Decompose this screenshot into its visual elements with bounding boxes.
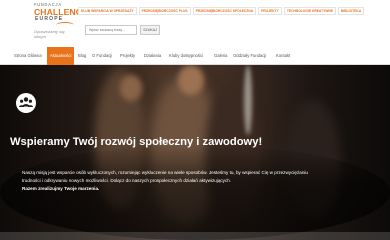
site-logo[interactable]: FUNDACJA CHALLENGE EUROPE Opuszczamy się… (34, 2, 88, 42)
hero-bottom-strip (0, 232, 390, 240)
top-link-biblioteka[interactable]: BIBLIOTEKA (337, 7, 365, 15)
hero-photo-shape (244, 65, 252, 135)
nav-item-home[interactable]: Strona Główna (14, 47, 42, 65)
nav-item-branches[interactable]: Oddziały Fundacji (233, 47, 266, 65)
people-group-icon (16, 93, 36, 113)
hero-text-line: Naszą misją jest wsparcie osób wykluczon… (22, 170, 308, 175)
nav-item-news[interactable]: Aktualności (47, 47, 75, 65)
logo-tagline: Opuszczamy się silnym (34, 29, 65, 39)
hero-banner: Wspieramy Twój rozwój społeczny i zawodo… (0, 65, 390, 240)
hero-text-emphasis: Razem zrealizujmy Twoje marzenia. (22, 186, 100, 191)
top-link-technologie[interactable]: TECHNOLOGIE KREATYWNE (283, 7, 336, 15)
main-nav: Strona Główna Aktualności Blog O Fundacj… (0, 47, 390, 65)
top-links: KLUB WSPARCIA W SPRZEDAŻY PRZEDSIĘBIORCZ… (78, 7, 365, 15)
nav-item-projects[interactable]: Projekty (120, 47, 135, 65)
hero-text-line: trudności i odkrywaniu nowych możliwości… (22, 178, 232, 183)
top-link-klub-wsparcia[interactable]: KLUB WSPARCIA W SPRZEDAŻY (78, 7, 137, 15)
nav-item-gallery[interactable]: Galeria (214, 47, 228, 65)
nav-item-contact[interactable]: Kontakt (276, 47, 290, 65)
hero-shade-overlay (0, 145, 390, 240)
nav-item-blog[interactable]: Blog (78, 47, 86, 65)
logo-line-europe: EUROPE (35, 16, 64, 22)
search-button[interactable]: SZUKAJ (140, 25, 160, 35)
top-link-przedsiebiorczosc-spoleczna[interactable]: PRZEDSIĘBIORCZOŚĆ SPOŁECZNA (192, 7, 257, 15)
top-link-projekty[interactable]: PROJEKTY (258, 7, 282, 15)
hero-title: Wspieramy Twój rozwój społeczny i zawodo… (10, 136, 263, 148)
nav-item-activities[interactable]: Działania (144, 47, 161, 65)
hero-photo-shape (178, 65, 204, 95)
site-header: FUNDACJA CHALLENGE EUROPE Opuszczamy się… (0, 0, 390, 47)
nav-item-accessibility-clubs[interactable]: Kluby dostępności (169, 47, 203, 65)
nav-item-about[interactable]: O Fundacji (92, 47, 112, 65)
search-input[interactable] (85, 25, 137, 35)
logo-swoosh (56, 22, 74, 28)
hero-photo-shape (120, 75, 142, 101)
top-link-przedsiebiorczosc-plus[interactable]: PRZEDSIĘBIORCZOŚĆ PLUS (138, 7, 191, 15)
